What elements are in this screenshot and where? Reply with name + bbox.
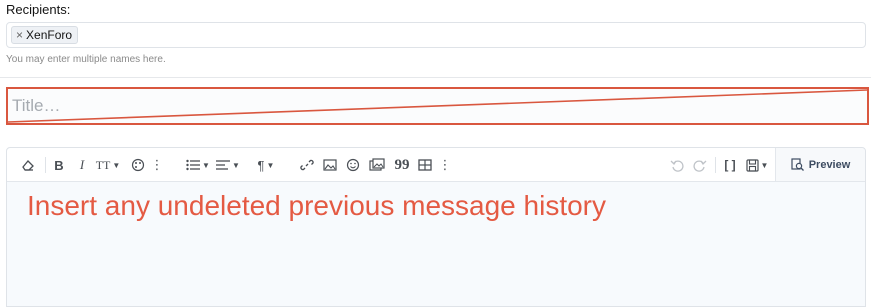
- recipient-token: × XenForo: [11, 26, 79, 44]
- title-field-wrapper: [6, 87, 869, 125]
- align-icon: [216, 160, 231, 170]
- recipient-name: XenForo: [26, 28, 73, 42]
- editor-toolbar: B I TT ▼ ⋮ ▼ ▼ ¶ ▼ 99 ⋮ [] ▼ Preview: [7, 148, 865, 182]
- text-size-button[interactable]: TT ▼: [95, 156, 121, 174]
- color-palette-icon[interactable]: [129, 156, 147, 174]
- toggle-bbcode-icon[interactable]: [ ]: [721, 156, 739, 174]
- link-icon[interactable]: [299, 156, 315, 174]
- list-icon: [186, 159, 201, 171]
- smilie-icon[interactable]: [345, 156, 361, 174]
- toolbar-separator: [45, 157, 46, 173]
- recipients-hint: You may enter multiple names here.: [6, 54, 166, 65]
- quote-icon[interactable]: 99: [393, 156, 411, 174]
- drafts-button[interactable]: ▼: [744, 156, 770, 174]
- recipients-input[interactable]: × XenForo: [6, 22, 866, 48]
- preview-button[interactable]: Preview: [775, 148, 865, 181]
- title-input[interactable]: [8, 89, 867, 123]
- save-draft-icon: [745, 158, 759, 172]
- italic-button[interactable]: I: [75, 156, 89, 174]
- recipients-label: Recipients:: [6, 2, 71, 17]
- text-size-icon: TT: [95, 157, 111, 172]
- more-formatting-icon[interactable]: ⋮: [151, 156, 164, 174]
- preview-icon: [791, 158, 804, 171]
- remove-recipient-icon[interactable]: ×: [16, 28, 23, 42]
- clear-formatting-icon[interactable]: [19, 156, 37, 174]
- preview-label: Preview: [808, 158, 851, 171]
- message-editor: B I TT ▼ ⋮ ▼ ▼ ¶ ▼ 99 ⋮ [] ▼ Preview In…: [6, 147, 866, 307]
- more-insert-icon[interactable]: ⋮: [439, 156, 452, 174]
- redo-icon[interactable]: [692, 156, 708, 174]
- bold-button[interactable]: B: [52, 156, 66, 174]
- message-body-annotation: Insert any undeleted previous message hi…: [27, 190, 606, 221]
- image-icon[interactable]: [322, 156, 338, 174]
- list-button[interactable]: ▼: [185, 156, 211, 174]
- paragraph-icon: ¶: [257, 157, 265, 173]
- paragraph-button[interactable]: ¶ ▼: [254, 156, 278, 174]
- undo-icon[interactable]: [669, 156, 685, 174]
- align-button[interactable]: ▼: [215, 156, 241, 174]
- table-icon[interactable]: [417, 156, 433, 174]
- divider: [0, 77, 871, 78]
- toolbar-separator: [715, 157, 716, 173]
- media-icon[interactable]: [368, 156, 386, 174]
